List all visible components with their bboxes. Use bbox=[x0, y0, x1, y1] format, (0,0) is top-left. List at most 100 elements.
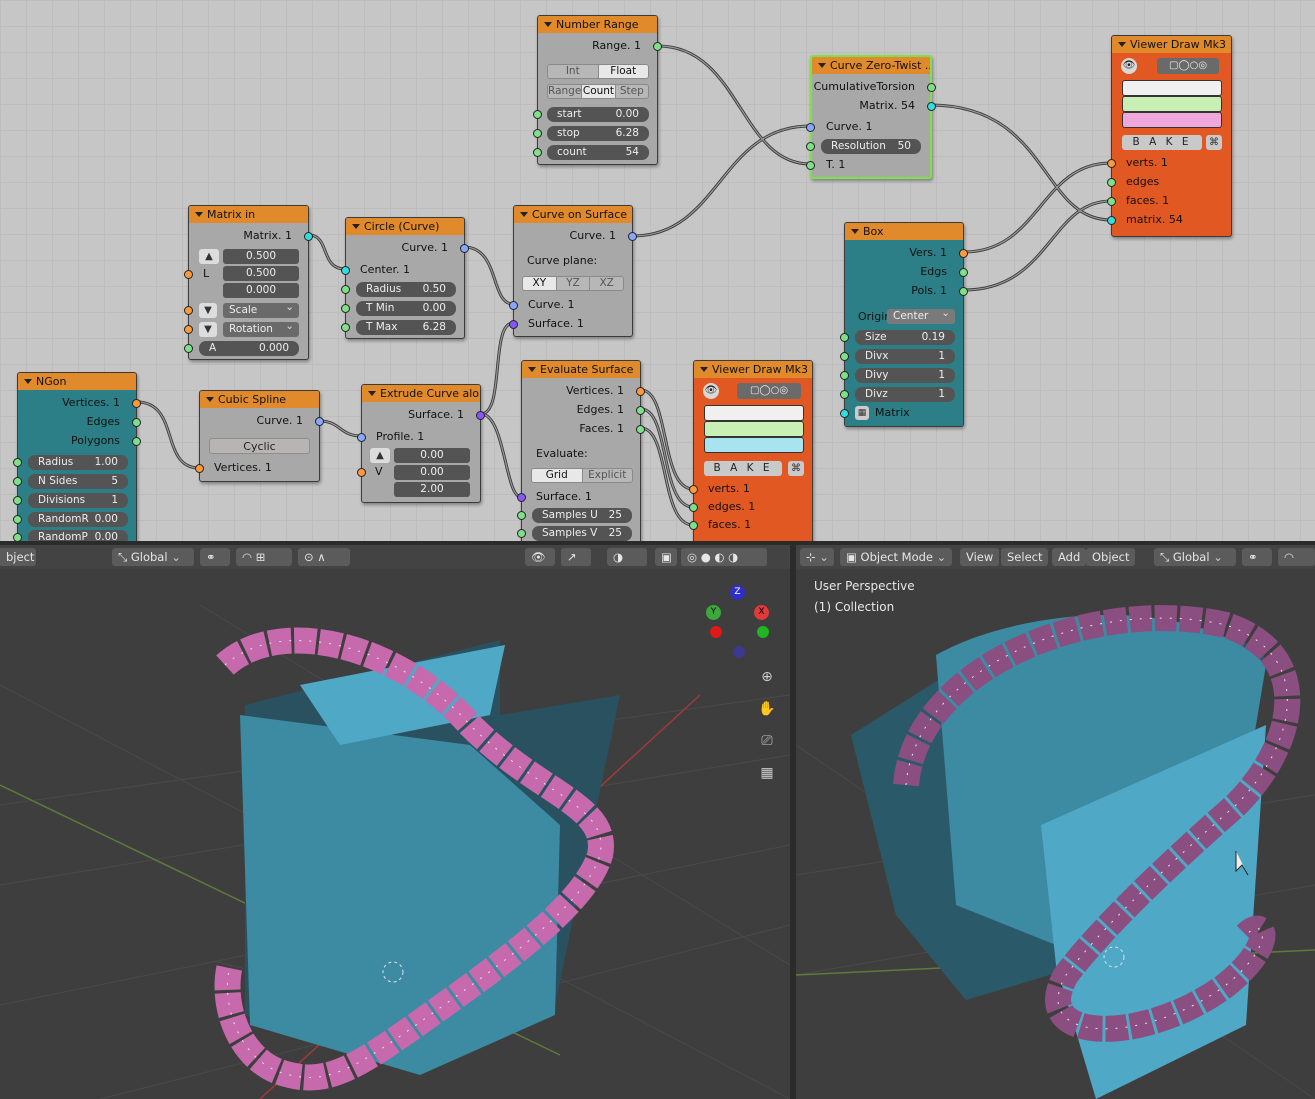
gizmo-neg-z[interactable] bbox=[733, 646, 745, 658]
tmax-field[interactable]: T Max 6.28 bbox=[356, 320, 456, 335]
socket-curve-in[interactable] bbox=[509, 301, 518, 310]
socket-faces-in[interactable] bbox=[1107, 197, 1116, 206]
plane-yz[interactable]: YZ bbox=[556, 277, 591, 290]
v-z-field[interactable]: 2.00 bbox=[394, 482, 470, 497]
socket-radius[interactable] bbox=[341, 285, 350, 294]
socket-v[interactable] bbox=[357, 468, 366, 477]
socket-curve-out[interactable] bbox=[460, 244, 469, 253]
socket-randomr[interactable] bbox=[13, 515, 22, 524]
shading-modes-icon[interactable]: ◎ ● ◐ ◑ bbox=[681, 548, 767, 566]
size-field[interactable]: Size 0.19 bbox=[855, 330, 955, 345]
node-title[interactable]: Curve on Surface bbox=[514, 206, 632, 223]
socket-torsion-out[interactable] bbox=[927, 83, 936, 92]
start-field[interactable]: start 0.00 bbox=[547, 107, 649, 122]
node-title[interactable]: Curve Zero-Twist .. bbox=[812, 57, 930, 74]
socket-center-in[interactable] bbox=[341, 266, 350, 275]
node-ngon[interactable]: NGon Vertices. 1 Edges Polygons Radius 1.… bbox=[13, 372, 141, 541]
node-title[interactable]: Circle (Curve) bbox=[346, 218, 464, 235]
gizmo-z[interactable]: Z bbox=[730, 585, 745, 600]
mode-toggle[interactable]: Int Float bbox=[547, 64, 649, 79]
bake-options-icon[interactable]: ⌘ bbox=[788, 461, 804, 476]
socket-start[interactable] bbox=[533, 110, 542, 119]
node-title[interactable]: Number Range bbox=[538, 16, 657, 33]
zoom-icon[interactable]: ⊕ bbox=[756, 666, 778, 688]
socket-samples-v[interactable] bbox=[517, 529, 526, 538]
menu-object[interactable]: Object bbox=[1086, 548, 1136, 566]
socket-surface-in[interactable] bbox=[517, 493, 526, 502]
socket-vertices-out[interactable] bbox=[636, 387, 645, 396]
eye-icon[interactable]: 👁 bbox=[703, 383, 719, 399]
socket-samples-u[interactable] bbox=[517, 511, 526, 520]
node-evaluate-surface[interactable]: Evaluate Surface Vertices. 1 Edges. 1 Fa… bbox=[517, 360, 645, 541]
socket-faces-out[interactable] bbox=[636, 425, 645, 434]
gizmo-neg-x[interactable] bbox=[710, 626, 722, 638]
divy-field[interactable]: Divy 1 bbox=[855, 368, 955, 383]
axis-gizmo[interactable]: Z Y X bbox=[700, 585, 780, 665]
camera-icon[interactable]: ⎚ bbox=[756, 730, 778, 752]
v-x-field[interactable]: 0.00 bbox=[394, 448, 470, 463]
node-title[interactable]: Extrude Curve alo.. bbox=[362, 385, 480, 402]
mode-selector[interactable]: bject bbox=[0, 548, 36, 566]
proportional-edit-icon[interactable]: ⊙ ∧ bbox=[298, 548, 350, 566]
mode-int[interactable]: Int bbox=[548, 65, 599, 78]
eye-icon[interactable]: 👁 bbox=[1121, 58, 1137, 74]
menu-add[interactable]: Add bbox=[1052, 548, 1087, 566]
edge-color-swatch[interactable] bbox=[704, 421, 804, 437]
node-title[interactable]: Viewer Draw Mk3 bbox=[1112, 36, 1231, 53]
gizmo-y[interactable]: Y bbox=[706, 605, 721, 620]
grid-perspective-icon[interactable]: ▦ bbox=[756, 762, 778, 784]
socket-divx[interactable] bbox=[840, 352, 849, 361]
socket-edges-in[interactable] bbox=[1107, 178, 1116, 187]
randomr-field[interactable]: RandomR 0.00 bbox=[28, 512, 128, 527]
editor-type-icon[interactable]: ⊹ bbox=[800, 548, 834, 566]
socket-divz[interactable] bbox=[840, 390, 849, 399]
socket-nsides[interactable] bbox=[13, 477, 22, 486]
socket-t[interactable] bbox=[806, 161, 815, 170]
socket-scale[interactable] bbox=[184, 306, 193, 315]
node-title[interactable]: NGon bbox=[18, 373, 136, 390]
socket-vertices-in[interactable] bbox=[195, 464, 204, 473]
socket-stop[interactable] bbox=[533, 129, 542, 138]
socket-tmax[interactable] bbox=[341, 323, 350, 332]
node-title[interactable]: Viewer Draw Mk3 bbox=[694, 361, 812, 378]
node-curve-zero-twist[interactable]: Curve Zero-Twist .. CumulativeTorsion Ma… bbox=[806, 55, 936, 179]
bake-button[interactable]: B A K E bbox=[1122, 135, 1202, 150]
node-editor[interactable]: Number Range Range. 1 Int Float Range Coun… bbox=[0, 0, 1315, 541]
rotation-dropdown[interactable]: Rotation bbox=[223, 319, 299, 337]
tab-count[interactable]: Count bbox=[582, 85, 616, 98]
socket-tmin[interactable] bbox=[341, 304, 350, 313]
mode-float[interactable]: Float bbox=[598, 65, 648, 78]
menu-view[interactable]: View bbox=[960, 548, 1000, 566]
viewport-right[interactable]: ⊹ ▣ Object Mode View Select Add Object ⤡… bbox=[796, 545, 1315, 1099]
tab-step[interactable]: Step bbox=[615, 85, 648, 98]
viewport-left[interactable]: bject ⤡ Global ⚭ ◠ ⊞ ⊙ ∧ 👁 ↗ ◑ ▣ ◎ ● ◐ ◑… bbox=[0, 545, 790, 1099]
cyclic-toggle[interactable]: Cyclic bbox=[209, 438, 310, 454]
socket-l[interactable] bbox=[184, 270, 193, 279]
socket-curve-out[interactable] bbox=[315, 417, 324, 426]
node-curve-on-surface[interactable]: Curve on Surface Curve. 1 Curve plane: X… bbox=[509, 205, 637, 337]
samples-v-field[interactable]: Samples V 25 bbox=[532, 526, 632, 541]
socket-count[interactable] bbox=[533, 148, 542, 157]
bake-button[interactable]: B A K E bbox=[704, 461, 782, 476]
snap-icon[interactable]: ◠ bbox=[1278, 548, 1315, 566]
samples-u-field[interactable]: Samples U 25 bbox=[532, 508, 632, 523]
radius-field[interactable]: Radius 0.50 bbox=[356, 282, 456, 297]
socket-edges-in[interactable] bbox=[689, 503, 698, 512]
radius-field[interactable]: Radius 1.00 bbox=[28, 455, 128, 470]
plane-xy[interactable]: XY bbox=[523, 277, 557, 290]
socket-surface-in[interactable] bbox=[509, 320, 518, 329]
gizmo-x[interactable]: X bbox=[754, 605, 769, 620]
scale-expand-icon[interactable]: ▼ bbox=[199, 303, 217, 318]
node-cubic-spline[interactable]: Cubic Spline Curve. 1 Cyclic Vertices. 1 bbox=[195, 390, 324, 482]
tab-range[interactable]: Range bbox=[548, 85, 583, 98]
node-matrix-in[interactable]: Matrix in Matrix. 1 ▲ L 0.500 0.500 0.00… bbox=[184, 205, 313, 360]
collapse-up-icon[interactable]: ▲ bbox=[370, 448, 390, 463]
l-z-field[interactable]: 0.000 bbox=[223, 283, 299, 298]
socket-pols-out[interactable] bbox=[959, 287, 968, 296]
socket-faces-in[interactable] bbox=[689, 521, 698, 530]
socket-radius[interactable] bbox=[13, 458, 22, 467]
node-title[interactable]: Cubic Spline bbox=[200, 391, 319, 408]
socket-edges-out[interactable] bbox=[636, 406, 645, 415]
socket-profile-in[interactable] bbox=[357, 433, 366, 442]
vertex-color-swatch[interactable] bbox=[704, 405, 804, 421]
